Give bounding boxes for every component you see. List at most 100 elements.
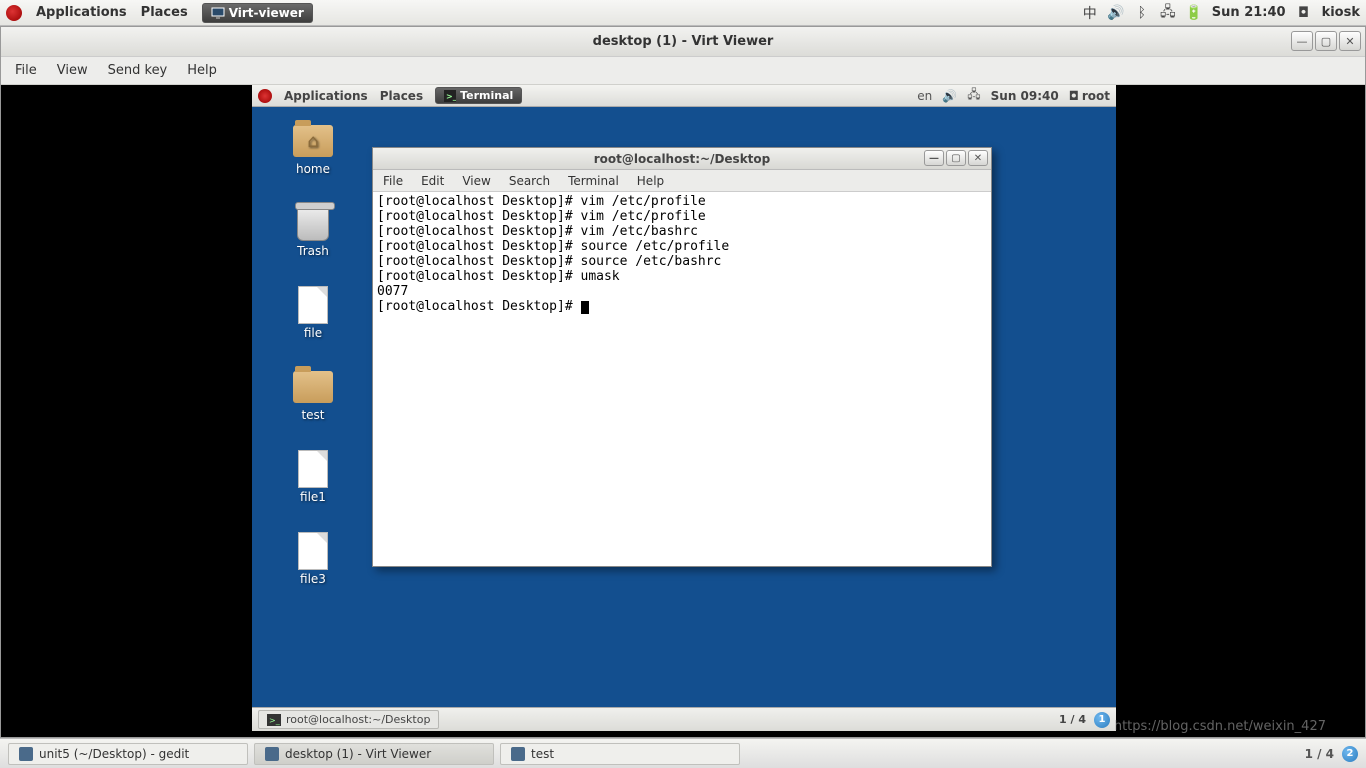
menu-view[interactable]: View xyxy=(57,63,88,78)
virt-viewer-titlebar[interactable]: desktop (1) - Virt Viewer — ▢ ✕ xyxy=(1,27,1365,57)
terminal-line: [root@localhost Desktop]# vim /etc/profi… xyxy=(377,194,987,209)
guest-workspace-pager[interactable]: 1 / 4 xyxy=(1059,713,1086,726)
minimize-button[interactable]: — xyxy=(924,150,944,166)
volume-icon[interactable]: 🔊 xyxy=(1108,5,1124,21)
file-icon xyxy=(298,450,328,488)
places-menu[interactable]: Places xyxy=(141,5,188,20)
guest-terminal-titlebar[interactable]: root@localhost:~/Desktop — ▢ ✕ xyxy=(373,148,991,170)
term-menu-help[interactable]: Help xyxy=(637,174,664,188)
taskbar-item[interactable]: unit5 (~/Desktop) - gedit xyxy=(8,743,248,765)
desktop-icon-label: file xyxy=(304,326,322,340)
guest-top-panel: Applications Places >_ Terminal en 🔊 🖧 S… xyxy=(252,85,1116,107)
guest-running-app-terminal[interactable]: >_ Terminal xyxy=(435,87,522,104)
trash-icon xyxy=(297,205,329,241)
outer-top-panel: Applications Places Virt-viewer 中 🔊 ᛒ 🖧 … xyxy=(0,0,1366,26)
guest-user-menu[interactable]: ◘ root xyxy=(1069,89,1110,103)
desktop-icon-file[interactable]: file xyxy=(292,284,334,340)
term-menu-terminal[interactable]: Terminal xyxy=(568,174,619,188)
guest-applications-menu[interactable]: Applications xyxy=(284,89,368,103)
terminal-cursor xyxy=(581,301,589,314)
menu-sendkey[interactable]: Send key xyxy=(108,63,168,78)
running-app-virt-viewer[interactable]: Virt-viewer xyxy=(202,3,313,23)
app-icon xyxy=(19,747,33,761)
shutdown-icon: ◘ xyxy=(1069,89,1079,103)
desktop-icon-label: file3 xyxy=(300,572,326,586)
maximize-button[interactable]: ▢ xyxy=(946,150,966,166)
terminal-line: [root@localhost Desktop]# source /etc/pr… xyxy=(377,239,987,254)
folder-icon xyxy=(293,125,333,157)
close-button[interactable]: ✕ xyxy=(1339,31,1361,51)
volume-icon[interactable]: 🔊 xyxy=(942,89,957,103)
guest-terminal-title: root@localhost:~/Desktop xyxy=(594,152,771,166)
taskbar-item-label: test xyxy=(531,747,554,761)
file-icon xyxy=(298,286,328,324)
battery-icon[interactable]: 🔋 xyxy=(1186,5,1202,21)
terminal-icon: >_ xyxy=(444,90,456,102)
outer-workspace-pager[interactable]: 1 / 4 xyxy=(1305,747,1334,761)
network-icon[interactable]: 🖧 xyxy=(1160,5,1176,21)
monitor-icon xyxy=(211,6,225,20)
term-menu-view[interactable]: View xyxy=(462,174,490,188)
term-menu-search[interactable]: Search xyxy=(509,174,550,188)
desktop-icon-file3[interactable]: file3 xyxy=(292,530,334,586)
terminal-line: [root@localhost Desktop]# xyxy=(377,299,987,314)
redhat-icon xyxy=(258,89,272,103)
window-title: desktop (1) - Virt Viewer xyxy=(593,34,774,49)
taskbar-item[interactable]: test xyxy=(500,743,740,765)
guest-desktop[interactable]: Applications Places >_ Terminal en 🔊 🖧 S… xyxy=(252,85,1116,731)
virt-viewer-content: Applications Places >_ Terminal en 🔊 🖧 S… xyxy=(1,85,1365,737)
guest-places-menu[interactable]: Places xyxy=(380,89,423,103)
menu-file[interactable]: File xyxy=(15,63,37,78)
terminal-icon: >_ xyxy=(267,714,281,726)
desktop-icon-label: file1 xyxy=(300,490,326,504)
file-icon xyxy=(298,532,328,570)
desktop-icon-label: test xyxy=(301,408,324,422)
desktop-icon-test[interactable]: test xyxy=(292,366,334,422)
virt-viewer-menubar: File View Send key Help xyxy=(1,57,1365,85)
minimize-button[interactable]: — xyxy=(1291,31,1313,51)
terminal-line: [root@localhost Desktop]# source /etc/ba… xyxy=(377,254,987,269)
app-icon xyxy=(511,747,525,761)
menu-help[interactable]: Help xyxy=(187,63,217,78)
guest-clock[interactable]: Sun 09:40 xyxy=(991,89,1059,103)
guest-taskbar-item[interactable]: >_ root@localhost:~/Desktop xyxy=(258,710,439,729)
maximize-button[interactable]: ▢ xyxy=(1315,31,1337,51)
user-menu[interactable]: kiosk xyxy=(1322,5,1360,20)
taskbar-item-label: desktop (1) - Virt Viewer xyxy=(285,747,431,761)
desktop-icon-label: home xyxy=(296,162,330,176)
network-icon[interactable]: 🖧 xyxy=(967,85,980,106)
terminal-line: [root@localhost Desktop]# vim /etc/profi… xyxy=(377,209,987,224)
outer-bottom-taskbar: unit5 (~/Desktop) - gedit desktop (1) - V… xyxy=(0,738,1366,768)
guest-terminal-menubar: File Edit View Search Terminal Help xyxy=(373,170,991,192)
close-button[interactable]: ✕ xyxy=(968,150,988,166)
applications-menu[interactable]: Applications xyxy=(36,5,127,20)
desktop-icon-trash[interactable]: Trash xyxy=(292,202,334,258)
term-menu-file[interactable]: File xyxy=(383,174,403,188)
redhat-icon xyxy=(6,5,22,21)
bluetooth-icon[interactable]: ᛒ xyxy=(1134,5,1150,21)
terminal-output[interactable]: [root@localhost Desktop]# vim /etc/profi… xyxy=(373,192,991,566)
desktop-icon-home[interactable]: home xyxy=(292,120,334,176)
desktop-icon-file1[interactable]: file1 xyxy=(292,448,334,504)
guest-lang-indicator[interactable]: en xyxy=(917,89,932,103)
app-icon xyxy=(265,747,279,761)
shutdown-icon[interactable]: ◘ xyxy=(1296,5,1312,21)
clock[interactable]: Sun 21:40 xyxy=(1212,5,1286,20)
guest-terminal-window[interactable]: root@localhost:~/Desktop — ▢ ✕ File Edit… xyxy=(372,147,992,567)
guest-running-app-label: Terminal xyxy=(460,89,513,102)
guest-workspace-badge[interactable]: 1 xyxy=(1094,712,1110,728)
guest-bottom-taskbar: >_ root@localhost:~/Desktop 1 / 4 1 xyxy=(252,707,1116,731)
running-app-label: Virt-viewer xyxy=(229,6,304,20)
terminal-line: 0077 xyxy=(377,284,987,299)
terminal-line: [root@localhost Desktop]# vim /etc/bashr… xyxy=(377,224,987,239)
terminal-line: [root@localhost Desktop]# umask xyxy=(377,269,987,284)
desktop-icons-area: home Trash file test file1 file3 xyxy=(292,120,334,586)
term-menu-edit[interactable]: Edit xyxy=(421,174,444,188)
virt-viewer-window: desktop (1) - Virt Viewer — ▢ ✕ File Vie… xyxy=(0,26,1366,738)
svg-text:>_: >_ xyxy=(446,92,456,101)
input-method-indicator[interactable]: 中 xyxy=(1082,5,1098,21)
folder-icon xyxy=(293,371,333,403)
outer-workspace-badge[interactable]: 2 xyxy=(1342,746,1358,762)
taskbar-item-label: unit5 (~/Desktop) - gedit xyxy=(39,747,189,761)
taskbar-item[interactable]: desktop (1) - Virt Viewer xyxy=(254,743,494,765)
